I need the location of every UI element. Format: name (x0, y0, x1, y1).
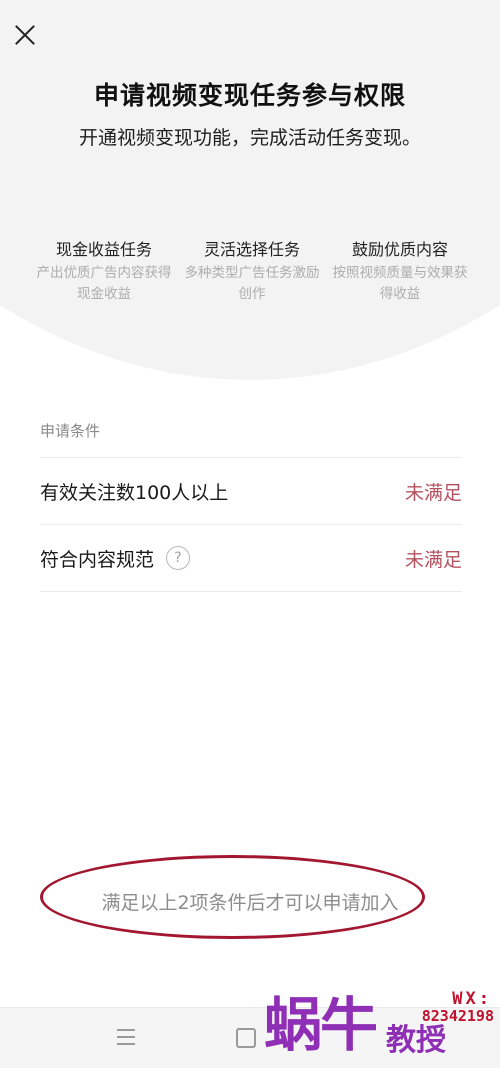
header-background (0, 0, 500, 380)
close-icon[interactable] (10, 20, 40, 50)
condition-row-followers: 有效关注数100人以上 未满足 (40, 458, 462, 525)
home-icon[interactable] (236, 1028, 256, 1048)
feature-quality-content: 鼓励优质内容 按照视频质量与效果获得收益 (326, 240, 474, 305)
menu-icon[interactable] (117, 1029, 135, 1045)
condition-row-content-standard: 符合内容规范 ? 未满足 (40, 525, 462, 592)
watermark: 蜗牛 教授 WX: 82342198 (262, 985, 500, 1067)
help-icon[interactable]: ? (166, 546, 191, 570)
conditions-list: 有效关注数100人以上 未满足 符合内容规范 ? 未满足 (40, 457, 462, 592)
condition-status: 未满足 (404, 481, 462, 504)
condition-status: 未满足 (404, 548, 462, 571)
header-panel (0, 0, 500, 380)
watermark-wx-number: 82342198 (421, 1007, 494, 1025)
feature-title: 现金收益任务 (55, 240, 152, 259)
watermark-logo-subtext: 教授 (386, 1023, 446, 1058)
feature-list: 现金收益任务 产出优质广告内容获得现金收益 灵活选择任务 多种类型广告任务激励创… (30, 240, 474, 305)
watermark-logo-text: 蜗牛 (264, 991, 378, 1059)
page-title: 申请视频变现任务参与权限 (93, 81, 406, 110)
condition-text: 符合内容规范 (40, 548, 155, 571)
feature-desc: 多种类型广告任务激励创作 (184, 265, 320, 302)
condition-text: 有效关注数100人以上 (40, 481, 229, 504)
page-subtitle: 开通视频变现功能，完成活动任务变现。 (78, 127, 421, 149)
feature-title: 灵活选择任务 (203, 240, 300, 259)
footer-note: 满足以上2项条件后才可以申请加入 (101, 892, 399, 914)
feature-flexible-tasks: 灵活选择任务 多种类型广告任务激励创作 (178, 240, 326, 305)
feature-cash-reward: 现金收益任务 产出优质广告内容获得现金收益 (30, 240, 178, 305)
feature-desc: 产出优质广告内容获得现金收益 (36, 265, 172, 302)
feature-title: 鼓励优质内容 (351, 240, 448, 259)
watermark-wx-label: WX: (452, 989, 492, 1009)
feature-desc: 按照视频质量与效果获得收益 (332, 265, 468, 302)
conditions-label: 申请条件 (40, 422, 101, 440)
